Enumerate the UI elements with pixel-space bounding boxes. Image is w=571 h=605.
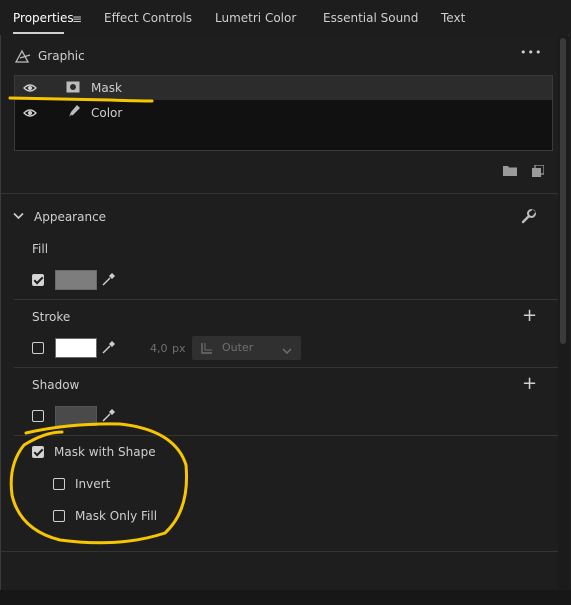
eyedropper-icon[interactable] [101, 408, 116, 426]
appearance-section-title: Appearance [34, 210, 107, 224]
chevron-down-icon[interactable] [13, 209, 24, 223]
panel-tab-bar: Properties ≡ Effect Controls Lumetri Col… [0, 0, 571, 36]
mask-layer-icon [66, 81, 80, 96]
layer-label-mask: Mask [91, 81, 122, 95]
stroke-checkbox[interactable] [32, 342, 44, 354]
tab-properties[interactable]: Properties [13, 11, 74, 25]
stroke-color-swatch[interactable] [55, 338, 97, 358]
stroke-position-value: Outer [222, 341, 254, 354]
shadow-color-swatch[interactable] [55, 406, 97, 426]
new-layer-icon[interactable] [532, 164, 545, 180]
invert-label: Invert [75, 477, 111, 491]
graphic-icon [14, 48, 32, 67]
visibility-eye-icon[interactable] [23, 82, 37, 96]
wrench-icon[interactable] [521, 208, 537, 227]
tab-lumetri-color[interactable]: Lumetri Color [215, 11, 296, 25]
tab-menu-icon[interactable]: ≡ [72, 12, 82, 26]
graphic-section-title: Graphic [38, 49, 85, 63]
add-shadow-icon[interactable]: + [522, 375, 537, 393]
chevron-down-icon [282, 344, 292, 358]
tab-text[interactable]: Text [441, 11, 465, 25]
stroke-width-unit: px [172, 342, 186, 355]
eyedropper-icon[interactable] [101, 272, 116, 290]
mask-with-shape-label: Mask with Shape [54, 445, 156, 459]
section-divider [14, 299, 558, 300]
layer-list: Mask Color [14, 75, 553, 151]
fill-label: Fill [32, 242, 49, 256]
stroke-label: Stroke [32, 310, 71, 324]
layer-label-color: Color [91, 106, 123, 120]
fill-color-swatch[interactable] [55, 270, 97, 290]
invert-checkbox[interactable] [53, 478, 65, 490]
layer-row-color[interactable]: Color [15, 100, 552, 124]
mask-only-fill-checkbox[interactable] [53, 510, 65, 522]
shadow-checkbox[interactable] [32, 410, 44, 422]
eyedropper-icon[interactable] [101, 340, 116, 358]
tab-essential-sound[interactable]: Essential Sound [323, 11, 418, 25]
stroke-width-value[interactable]: 4,0 [150, 342, 168, 355]
visibility-eye-icon[interactable] [23, 107, 37, 121]
folder-icon[interactable] [503, 165, 517, 179]
pen-icon [66, 103, 82, 122]
panel-bottom-edge [0, 590, 571, 605]
section-divider [0, 193, 558, 194]
more-options-icon[interactable]: ••• [520, 46, 542, 59]
stroke-align-icon [201, 342, 213, 357]
shadow-label: Shadow [32, 378, 80, 392]
mask-with-shape-checkbox[interactable] [32, 446, 44, 458]
tab-effect-controls[interactable]: Effect Controls [104, 11, 192, 25]
mask-only-fill-label: Mask Only Fill [75, 509, 158, 523]
stroke-position-dropdown[interactable]: Outer [192, 336, 301, 360]
section-divider [14, 435, 558, 436]
section-divider [14, 367, 558, 368]
layer-row-mask[interactable]: Mask [15, 76, 552, 100]
add-stroke-icon[interactable]: + [522, 307, 537, 325]
section-divider [0, 551, 558, 552]
fill-checkbox[interactable] [32, 274, 44, 286]
scrollbar-thumb[interactable] [560, 38, 566, 344]
active-tab-indicator [13, 32, 64, 34]
